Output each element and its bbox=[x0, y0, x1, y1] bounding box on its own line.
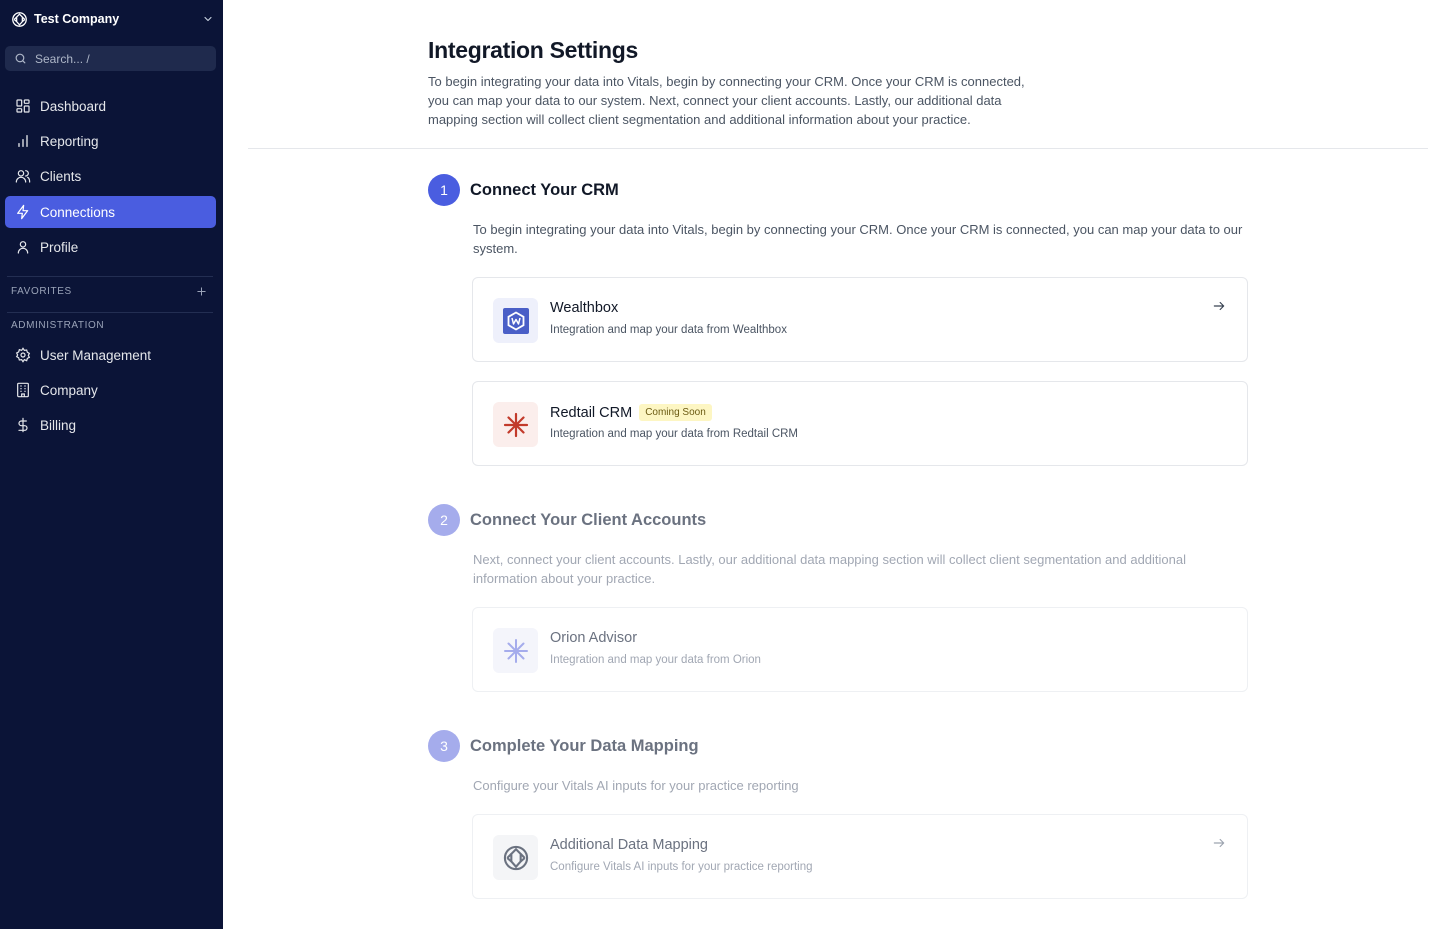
sidebar-item-dashboard[interactable]: Dashboard bbox=[5, 90, 216, 122]
vitals-logo-icon bbox=[493, 835, 538, 880]
dashboard-icon bbox=[15, 98, 31, 114]
company-logo-icon bbox=[10, 10, 28, 28]
card-subtitle: Integration and map your data from Orion bbox=[550, 654, 761, 666]
bar-chart-icon bbox=[15, 133, 31, 149]
favorites-label: FAVORITES bbox=[11, 286, 72, 297]
arrow-right-icon[interactable] bbox=[1211, 298, 1227, 314]
step-title-data-mapping: Complete Your Data Mapping bbox=[470, 737, 699, 755]
card-subtitle: Integration and map your data from Wealt… bbox=[550, 324, 787, 336]
card-subtitle: Configure Vitals AI inputs for your prac… bbox=[550, 861, 813, 873]
step-title-connect-crm: Connect Your CRM bbox=[470, 181, 619, 199]
sidebar-item-user-management[interactable]: User Management bbox=[5, 339, 216, 371]
sidebar-item-company[interactable]: Company bbox=[5, 374, 216, 406]
users-icon bbox=[15, 168, 31, 184]
lightning-icon bbox=[15, 204, 31, 220]
search-icon bbox=[14, 52, 27, 65]
add-favorite-icon[interactable] bbox=[194, 284, 208, 298]
sidebar-item-billing[interactable]: Billing bbox=[5, 409, 216, 441]
sidebar-item-label: Reporting bbox=[40, 133, 99, 149]
card-title: Additional Data Mapping bbox=[550, 837, 708, 853]
card-title: Orion Advisor bbox=[550, 630, 638, 646]
coming-soon-badge: Coming Soon bbox=[639, 404, 712, 421]
search-input[interactable] bbox=[35, 51, 205, 66]
sidebar-item-profile[interactable]: Profile bbox=[5, 231, 216, 263]
sidebar-item-connections[interactable]: Connections bbox=[5, 196, 216, 228]
building-icon bbox=[15, 382, 31, 398]
sidebar-item-label: Dashboard bbox=[40, 98, 107, 114]
sidebar-item-clients[interactable]: Clients bbox=[5, 160, 216, 192]
search-box bbox=[5, 46, 216, 71]
card-subtitle: Integration and map your data from Redta… bbox=[550, 428, 799, 440]
gear-icon bbox=[15, 347, 31, 363]
integration-card-redtail[interactable]: Redtail CRM Coming Soon Integration and … bbox=[472, 381, 1248, 466]
step-number-3: 3 bbox=[428, 730, 460, 762]
sidebar-item-label: Profile bbox=[40, 239, 79, 255]
sidebar: Test Company Dashboard Reporting Clients… bbox=[0, 0, 223, 929]
wealthbox-logo-icon bbox=[493, 298, 538, 343]
user-icon bbox=[15, 239, 31, 255]
sidebar-item-reporting[interactable]: Reporting bbox=[5, 125, 216, 157]
sidebar-item-label: User Management bbox=[40, 347, 152, 363]
step-number-2: 2 bbox=[428, 504, 460, 536]
redtail-logo-icon bbox=[493, 402, 538, 447]
sidebar-divider bbox=[7, 312, 213, 313]
company-switcher[interactable]: Test Company bbox=[10, 9, 215, 29]
company-name: Test Company bbox=[34, 12, 120, 26]
chevron-down-icon bbox=[201, 12, 215, 26]
step-number-1: 1 bbox=[428, 174, 460, 206]
page-description: To begin integrating your data into Vita… bbox=[428, 74, 1025, 127]
arrow-right-icon[interactable] bbox=[1211, 835, 1227, 851]
sidebar-item-label: Clients bbox=[40, 168, 82, 184]
card-title: Wealthbox bbox=[550, 300, 619, 316]
orion-logo-icon bbox=[493, 628, 538, 673]
step-description: To begin integrating your data into Vita… bbox=[473, 222, 1243, 256]
administration-label: ADMINISTRATION bbox=[11, 320, 105, 331]
step-title-client-accounts: Connect Your Client Accounts bbox=[470, 511, 707, 529]
integration-card-wealthbox[interactable]: Wealthbox Integration and map your data … bbox=[472, 277, 1248, 362]
step-description: Next, connect your client accounts. Last… bbox=[473, 552, 1187, 586]
sidebar-item-label: Company bbox=[40, 382, 98, 398]
sidebar-item-label: Connections bbox=[40, 204, 116, 220]
page-title: Integration Settings bbox=[428, 37, 638, 63]
dollar-icon bbox=[15, 417, 31, 433]
step-description: Configure your Vitals AI inputs for your… bbox=[473, 778, 799, 793]
header-divider bbox=[248, 148, 1428, 149]
card-title: Redtail CRM bbox=[550, 404, 633, 421]
sidebar-item-label: Billing bbox=[40, 417, 77, 433]
integration-card-additional-data-mapping[interactable]: Additional Data Mapping Configure Vitals… bbox=[472, 814, 1248, 899]
sidebar-divider bbox=[7, 276, 213, 277]
integration-card-orion[interactable]: Orion Advisor Integration and map your d… bbox=[472, 607, 1248, 692]
